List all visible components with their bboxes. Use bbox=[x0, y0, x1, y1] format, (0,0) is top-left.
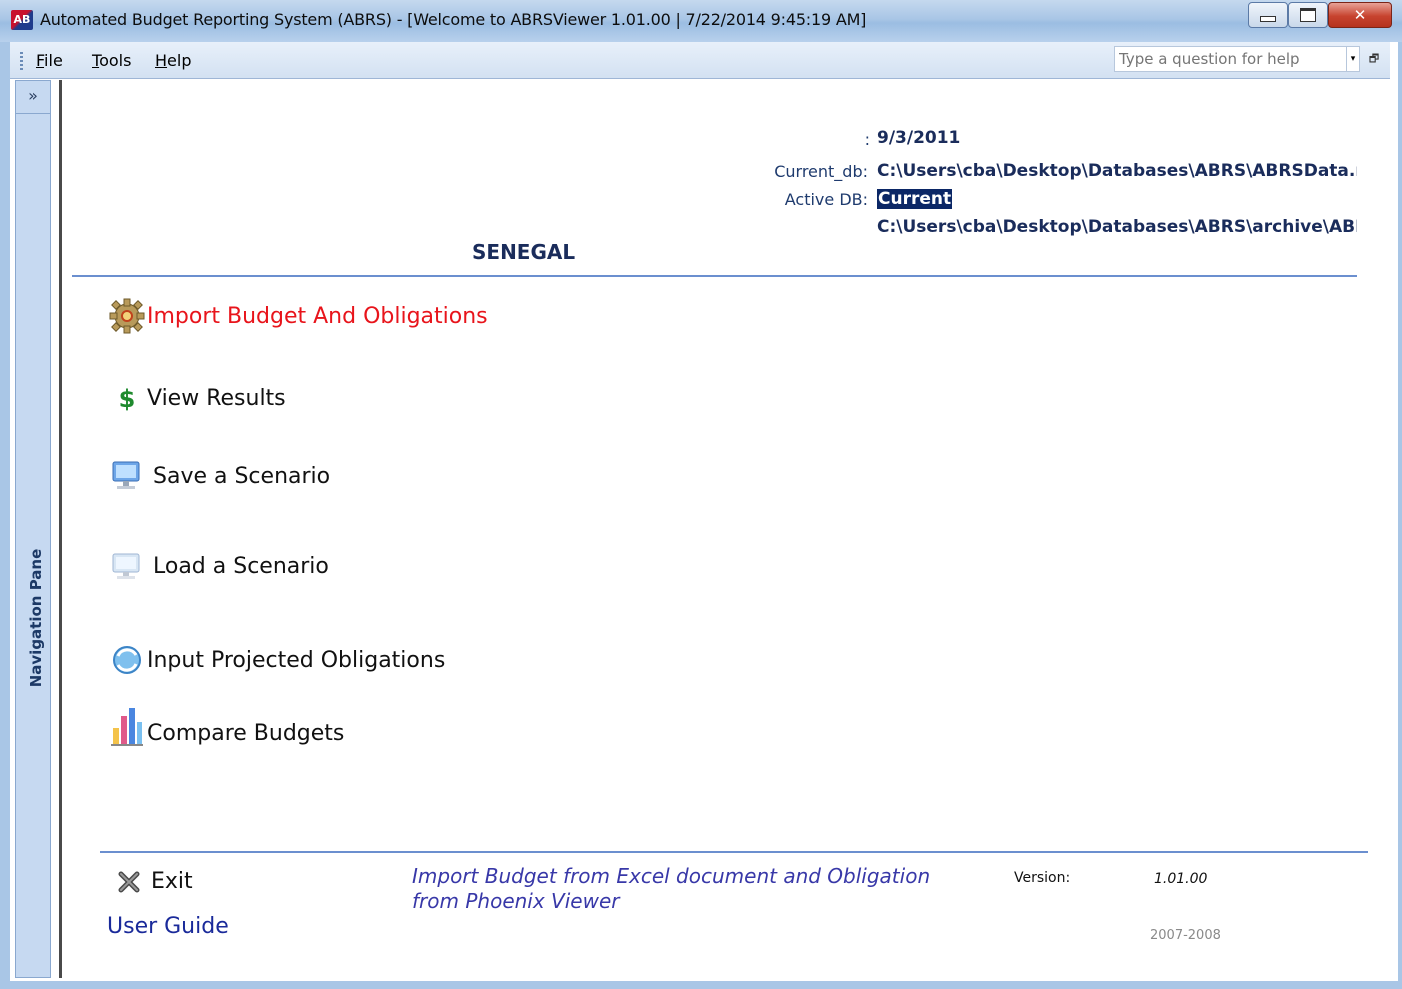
window-frame-left bbox=[0, 42, 10, 989]
input-projected-obligations-label: Input Projected Obligations bbox=[147, 647, 446, 673]
view-results-label: View Results bbox=[147, 385, 286, 411]
input-projected-obligations-button[interactable]: Input Projected Obligations bbox=[107, 640, 445, 680]
close-button[interactable]: ✕ bbox=[1328, 2, 1392, 28]
bar-chart-icon bbox=[107, 702, 147, 750]
footer-divider bbox=[100, 851, 1368, 853]
date-label: : bbox=[864, 130, 870, 149]
menu-help[interactable]: Help bbox=[155, 51, 191, 70]
import-budget-button[interactable]: Import Budget And Obligations bbox=[107, 296, 488, 336]
navigation-pane-label: Navigation Pane bbox=[27, 548, 45, 688]
refresh-globe-icon bbox=[107, 640, 147, 680]
date-value: 9/3/2011 bbox=[877, 128, 961, 148]
restore-window-icon[interactable]: 🗗 bbox=[1367, 52, 1381, 66]
compare-budgets-label: Compare Budgets bbox=[147, 720, 345, 746]
title-bar[interactable]: AB Automated Budget Reporting System (AB… bbox=[0, 0, 1402, 42]
save-scenario-button[interactable]: Save a Scenario bbox=[107, 456, 330, 496]
menu-help-label: Help bbox=[155, 51, 192, 70]
gear-icon bbox=[107, 296, 147, 336]
compare-budgets-button[interactable]: Compare Budgets bbox=[107, 702, 344, 750]
help-search-input[interactable] bbox=[1114, 46, 1352, 72]
menu-file-label: File bbox=[36, 51, 63, 70]
exit-icon bbox=[118, 871, 140, 893]
window-title: Automated Budget Reporting System (ABRS)… bbox=[40, 10, 867, 29]
exit-button[interactable]: Exit bbox=[117, 868, 193, 894]
current-db-value: C:\Users\cba\Desktop\Databases\ABRS\ABRS… bbox=[877, 161, 1357, 181]
archive-db-value: C:\Users\cba\Desktop\Databases\ABRS\arch… bbox=[877, 217, 1357, 237]
current-db-label: Current_db: bbox=[774, 162, 868, 181]
expand-navigation-icon[interactable]: » bbox=[16, 81, 50, 114]
menu-tools[interactable]: Tools bbox=[92, 51, 131, 70]
import-budget-label: Import Budget And Obligations bbox=[147, 303, 488, 329]
menu-file[interactable]: File bbox=[36, 51, 63, 70]
minimize-icon bbox=[1260, 16, 1276, 22]
version-value: 1.01.00 bbox=[1154, 871, 1208, 887]
active-db-label: Active DB: bbox=[784, 190, 868, 209]
version-label: Version: bbox=[1014, 870, 1071, 886]
save-scenario-label: Save a Scenario bbox=[153, 463, 331, 489]
help-dropdown-arrow-icon[interactable]: ▾ bbox=[1346, 46, 1360, 72]
window-frame-right bbox=[1398, 42, 1402, 989]
copyright-years: 2007-2008 bbox=[1150, 928, 1221, 943]
computer-save-icon bbox=[107, 456, 147, 496]
welcome-form: : 9/3/2011 Current_db: C:\Users\cba\Desk… bbox=[59, 80, 1390, 978]
menu-bar: File Tools Help ▾ 🗗 bbox=[10, 42, 1390, 79]
header-divider bbox=[72, 275, 1357, 277]
computer-load-icon bbox=[107, 546, 147, 586]
maximize-icon bbox=[1300, 8, 1316, 22]
view-results-button[interactable]: $ View Results bbox=[107, 378, 286, 418]
svg-text:$: $ bbox=[119, 385, 136, 413]
menu-grip-handle[interactable] bbox=[20, 52, 23, 70]
maximize-button[interactable] bbox=[1288, 2, 1328, 28]
menu-tools-label: Tools bbox=[92, 51, 132, 70]
load-scenario-label: Load a Scenario bbox=[153, 553, 329, 579]
country-name: SENEGAL bbox=[472, 240, 576, 264]
load-scenario-button[interactable]: Load a Scenario bbox=[107, 546, 329, 586]
close-icon: ✕ bbox=[1353, 6, 1367, 24]
navigation-pane[interactable]: » Navigation Pane bbox=[15, 80, 51, 978]
minimize-button[interactable] bbox=[1248, 2, 1288, 28]
user-guide-link[interactable]: User Guide bbox=[107, 914, 229, 939]
active-db-value[interactable]: Current bbox=[877, 189, 953, 209]
action-description: Import Budget from Excel document and Ob… bbox=[412, 864, 931, 913]
app-logo-icon[interactable]: AB bbox=[11, 10, 33, 30]
dollar-icon: $ bbox=[107, 378, 147, 418]
window-frame-bottom bbox=[0, 981, 1402, 989]
exit-label: Exit bbox=[151, 868, 193, 894]
